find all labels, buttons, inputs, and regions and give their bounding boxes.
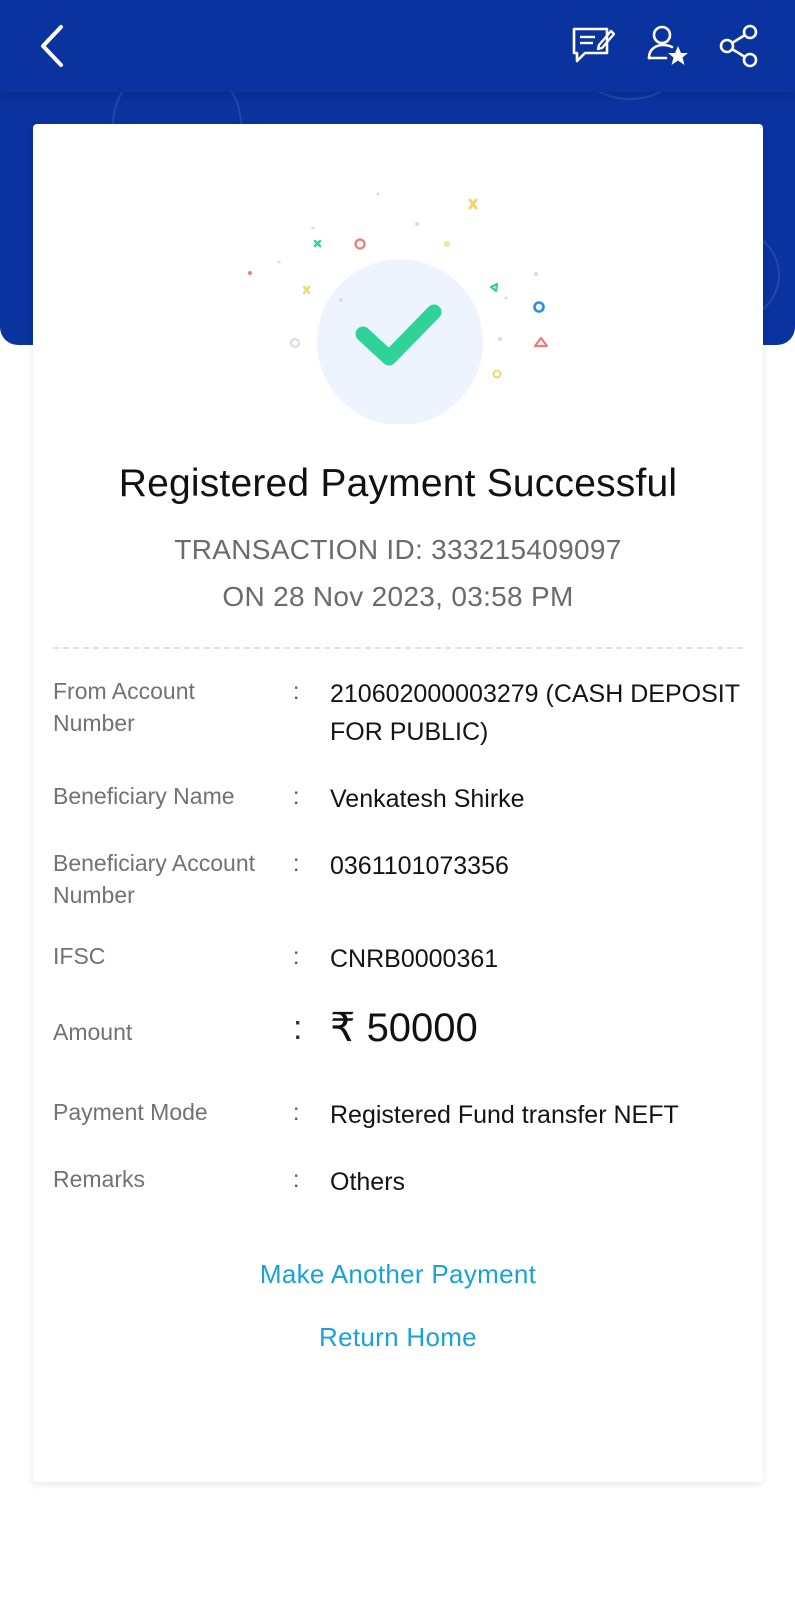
detail-label: Payment Mode [53,1099,208,1125]
detail-value: 210602000003279 (CASH DEPOSIT FOR PUBLIC… [330,680,740,746]
detail-value: Registered Fund transfer NEFT [330,1101,679,1129]
detail-label: Amount [53,1019,133,1045]
detail-label: IFSC [53,943,106,969]
detail-separator: : [293,1166,300,1192]
detail-value: Others [330,1168,406,1196]
detail-value: CNRB0000361 [330,945,499,973]
transaction-datetime: ON 28 Nov 2023, 03:58 PM [222,581,574,612]
amount-value: ₹ 50000 [330,1006,478,1050]
favourite-beneficiary-button[interactable] [640,18,696,74]
feedback-edit-icon [572,27,615,63]
detail-separator: : [293,850,300,876]
detail-label: From Account Number [53,678,195,736]
detail-label: Beneficiary Name [53,783,235,809]
detail-separator: : [293,1099,300,1125]
chevron-left-icon [41,25,63,67]
status-title: Registered Payment Successful [118,462,678,505]
feedback-button[interactable] [565,18,621,74]
transaction-id: TRANSACTION ID: 333215409097 [174,534,622,565]
top-app-bar [0,0,795,92]
success-illustration [248,192,549,424]
share-icon [719,24,758,68]
dashed-divider [53,647,743,649]
detail-label: Remarks [53,1166,146,1192]
return-home-link[interactable]: Return Home [33,1322,763,1353]
detail-label: Beneficiary Account Number [53,850,256,908]
detail-value: Venkatesh Shirke [330,785,525,813]
detail-separator: : [293,1009,303,1047]
share-button[interactable] [711,18,767,74]
payment-receipt-card: Registered Payment Successful TRANSACTIO… [33,124,763,1482]
detail-separator: : [293,943,300,969]
detail-separator: : [293,783,300,809]
favourite-beneficiary-icon [647,25,688,65]
back-button[interactable] [24,18,80,74]
detail-separator: : [293,678,300,704]
detail-value: 0361101073356 [330,852,509,880]
make-another-payment-link[interactable]: Make Another Payment [33,1259,763,1290]
